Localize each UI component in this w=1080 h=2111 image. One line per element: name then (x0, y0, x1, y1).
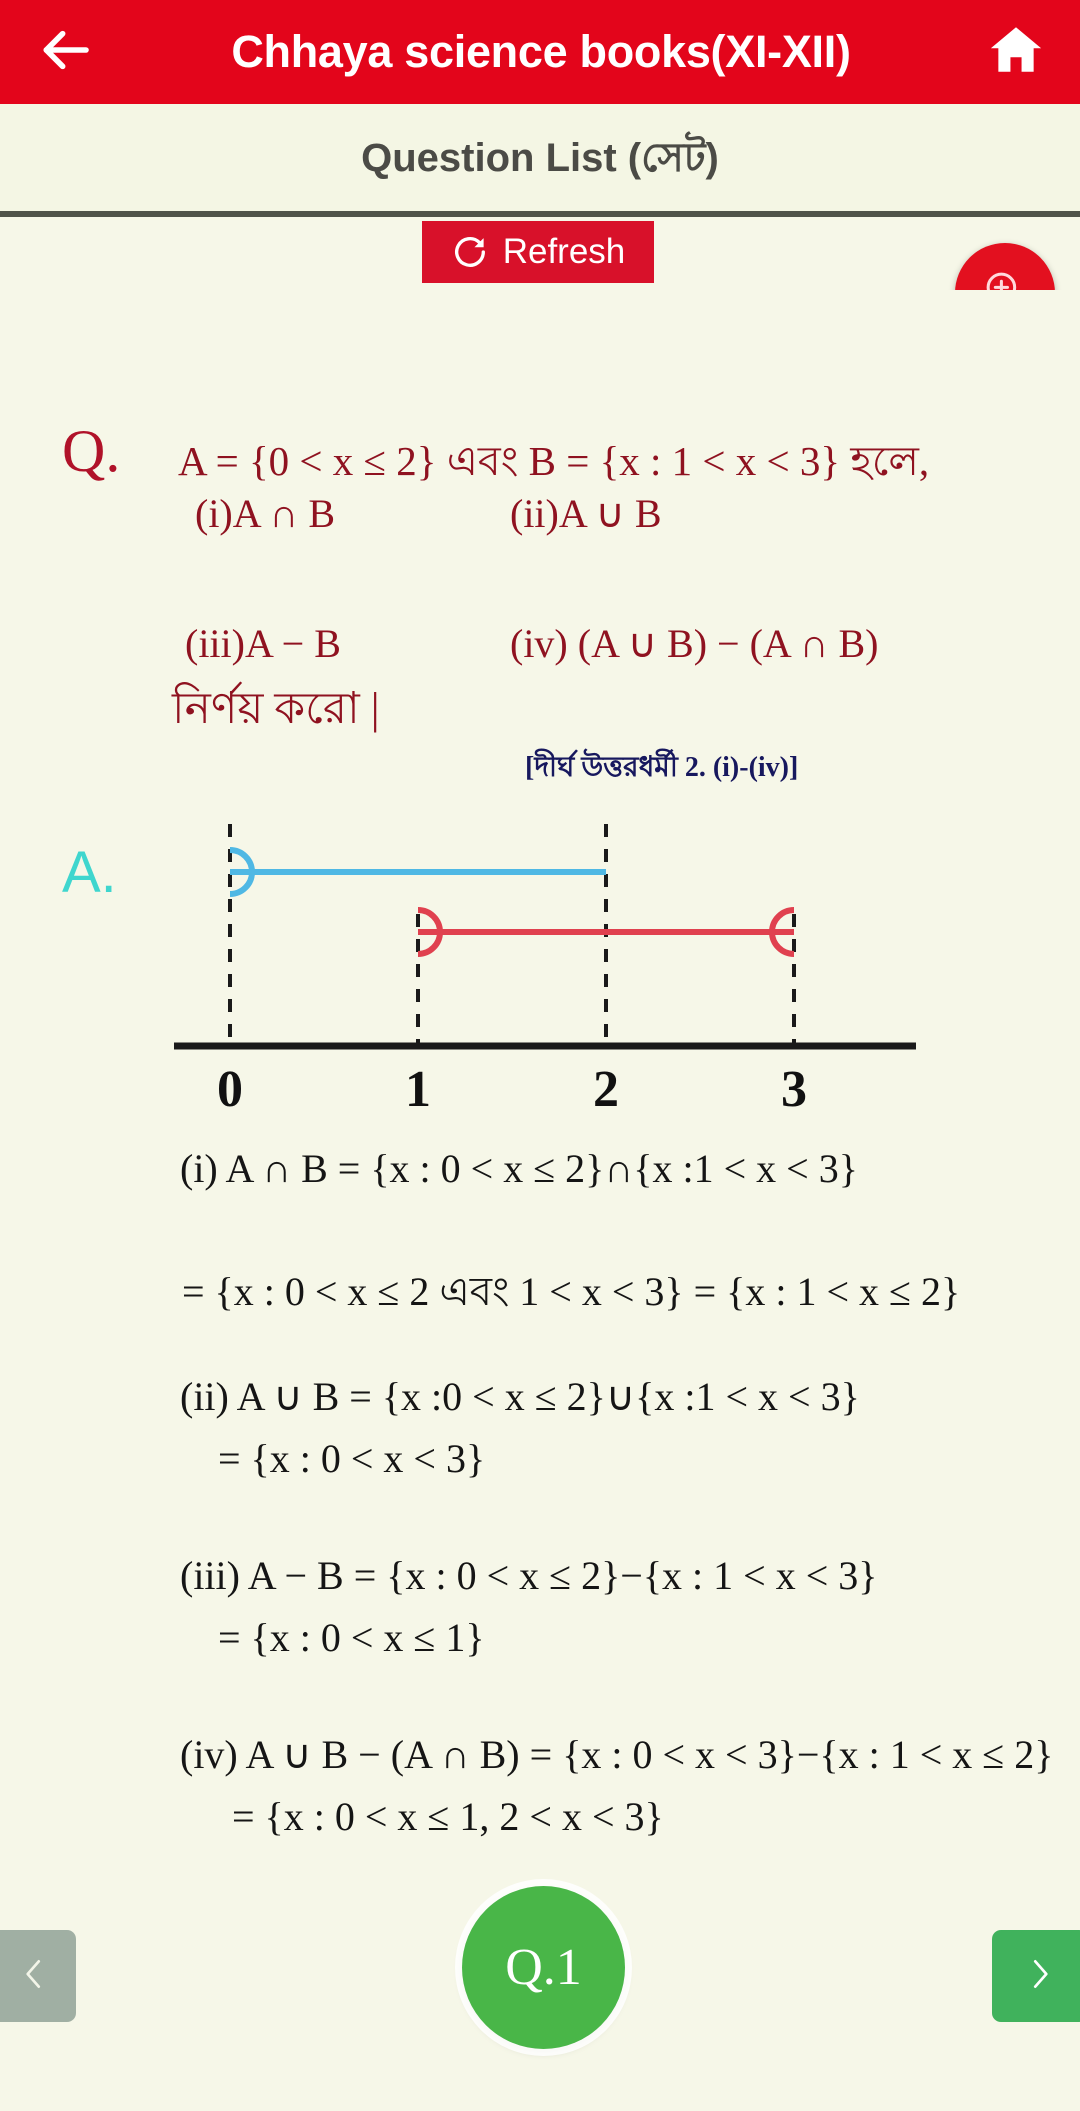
home-icon (987, 21, 1045, 84)
question-instruction: নির্ণয় করো | (172, 684, 380, 733)
question-statement: A = {0 < x ≤ 2} এবং B = {x : 1 < x < 3} … (178, 438, 930, 484)
tick-label-0: 0 (217, 1061, 243, 1118)
app-bar: Chhaya science books(XI-XII) (0, 0, 1080, 104)
tick-label-3: 3 (781, 1061, 807, 1118)
answer-line-1: (i) A ∩ B = {x : 0 < x ≤ 2}∩{x :1 < x < … (180, 1146, 858, 1191)
question-answer-content[interactable]: Q. A = {0 < x ≤ 2} এবং B = {x : 1 < x < … (0, 290, 1080, 1930)
page-title: Chhaya science books(XI-XII) (231, 26, 851, 77)
tick-label-2: 2 (593, 1061, 619, 1118)
question-part-iv: (iv) (A ∪ B) − (A ∩ B) (510, 621, 879, 666)
answer-line-8: = {x : 0 < x ≤ 1, 2 < x < 3} (232, 1794, 664, 1839)
header-divider (0, 211, 1080, 217)
question-part-i: (i)A ∩ B (195, 491, 335, 536)
tick-label-1: 1 (405, 1061, 431, 1118)
interval-set-a (229, 847, 606, 897)
home-button[interactable] (978, 14, 1054, 90)
refresh-button[interactable]: Refresh (422, 221, 654, 283)
refresh-icon (451, 233, 489, 271)
sub-header: Question List (সেট) (0, 104, 1080, 214)
back-button[interactable] (26, 13, 104, 91)
previous-question-button[interactable] (0, 1930, 76, 2022)
answer-line-5: (iii) A − B = {x : 0 < x ≤ 2}−{x : 1 < x… (180, 1553, 878, 1598)
answer-line-6: = {x : 0 < x ≤ 1} (218, 1615, 485, 1660)
answer-line-4: = {x : 0 < x < 3} (218, 1436, 486, 1481)
question-list-title: Question List (সেট) (361, 135, 719, 180)
question-part-ii: (ii)A ∪ B (510, 491, 662, 536)
next-question-button[interactable] (992, 1930, 1080, 2022)
answer-marker: A. (62, 840, 117, 905)
answer-line-2: = {x : 0 < x ≤ 2 এবং 1 < x < 3} = {x : 1… (182, 1269, 961, 1314)
question-marker: Q. (62, 418, 121, 484)
number-line-figure: 0 1 2 3 (150, 810, 940, 1120)
answer-line-7: (iv) A ∪ B − (A ∩ B) = {x : 0 < x < 3}−{… (180, 1732, 1054, 1777)
chevron-left-icon (15, 1949, 53, 2004)
answer-line-3: (ii) A ∪ B = {x :0 < x ≤ 2}∪{x :1 < x < … (180, 1374, 860, 1419)
question-reference: [দীর্ঘ উত্তরধর্মী 2. (i)-(iv)] (525, 752, 799, 783)
question-number-badge[interactable]: Q.1 (462, 1886, 625, 2049)
interval-set-b (417, 907, 795, 957)
chevron-right-icon (1021, 1949, 1059, 2004)
refresh-label: Refresh (502, 232, 626, 271)
question-number-label: Q.1 (505, 1939, 582, 1996)
bottom-spacer (0, 2060, 1080, 2111)
arrow-left-icon (37, 22, 93, 83)
question-part-iii: (iii)A − B (185, 621, 341, 666)
